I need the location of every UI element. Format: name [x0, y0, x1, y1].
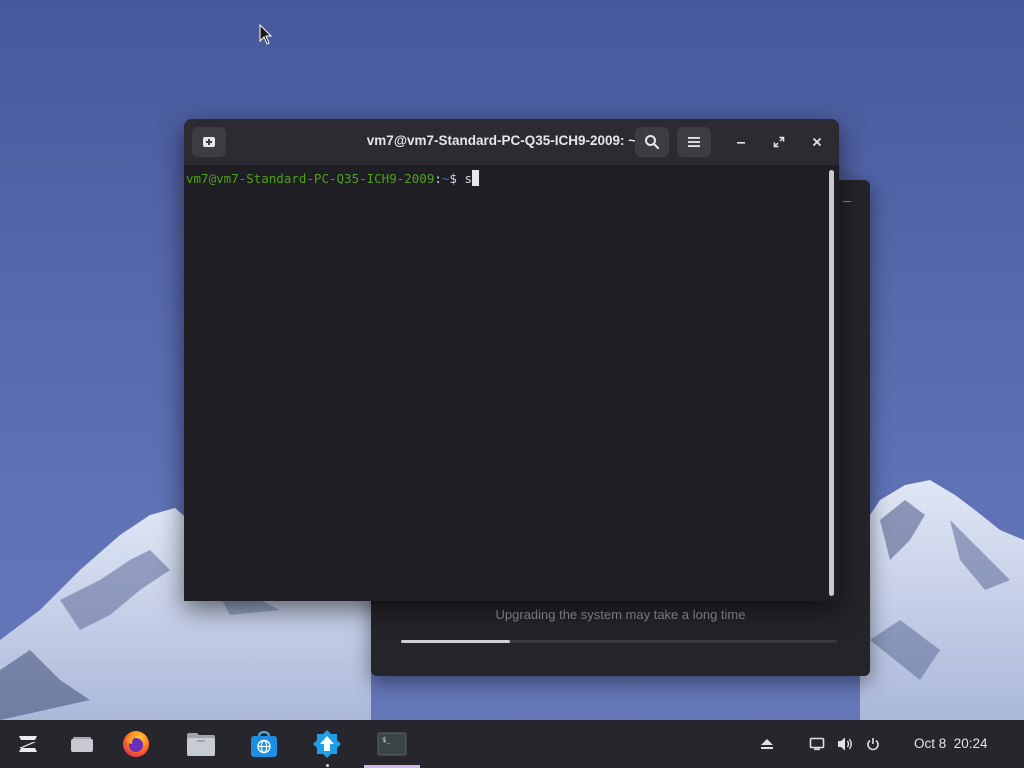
taskbar: $_ Oct 8 20:24: [0, 720, 1024, 768]
terminal-headerbar[interactable]: vm7@vm7-Standard-PC-Q35-ICH9-2009: ~: [184, 119, 839, 165]
firefox-icon: [123, 731, 149, 757]
hamburger-menu-icon: [688, 137, 700, 147]
search-icon: [645, 135, 660, 150]
running-app-dot: [326, 764, 329, 767]
command-input[interactable]: s: [464, 171, 472, 186]
minimize-button[interactable]: [728, 129, 754, 155]
update-status-text: Upgrading the system may take a long tim…: [495, 607, 746, 622]
window-control[interactable]: [843, 201, 851, 202]
software-updater-button[interactable]: [306, 720, 348, 768]
prompt-user-host: vm7@vm7-Standard-PC-Q35-ICH9-2009: [186, 171, 435, 186]
maximize-button[interactable]: [766, 129, 792, 155]
power-button[interactable]: [862, 720, 884, 768]
zorin-menu-button[interactable]: [8, 720, 48, 768]
eject-button[interactable]: [756, 720, 778, 768]
eject-icon: [761, 739, 773, 749]
firefox-button[interactable]: [115, 720, 157, 768]
clock-time: 20:24: [953, 736, 988, 751]
arrow-cursor-icon: [259, 24, 273, 45]
prompt-dollar: $: [449, 171, 465, 186]
workspaces-button[interactable]: [62, 720, 102, 768]
power-icon: [867, 738, 879, 751]
volume-icon: [838, 737, 852, 751]
files-button[interactable]: [180, 720, 222, 768]
display-button[interactable]: [806, 720, 828, 768]
update-progress-fill: [401, 640, 510, 643]
folder-icon: [187, 733, 215, 756]
terminal-scrollbar[interactable]: [829, 170, 834, 596]
terminal-window[interactable]: vm7@vm7-Standard-PC-Q35-ICH9-2009: ~ vm7…: [184, 119, 839, 601]
menu-button[interactable]: [677, 127, 711, 157]
update-arrow-icon: [313, 730, 341, 758]
search-button[interactable]: [635, 127, 669, 157]
new-tab-button[interactable]: [192, 127, 226, 157]
svg-text:$_: $_: [382, 736, 391, 744]
close-button[interactable]: [804, 129, 830, 155]
minimize-icon: [737, 142, 745, 144]
new-tab-icon: [203, 137, 215, 147]
terminal-icon: $_: [377, 732, 407, 756]
maximize-icon: [773, 136, 785, 148]
software-button[interactable]: [243, 720, 285, 768]
text-cursor: [472, 170, 480, 186]
clock-date: Oct 8: [914, 736, 947, 751]
terminal-body[interactable]: vm7@vm7-Standard-PC-Q35-ICH9-2009:~$ s: [184, 165, 839, 601]
volume-button[interactable]: [835, 720, 857, 768]
prompt-separator: :: [434, 171, 442, 186]
display-icon: [809, 737, 825, 751]
zorin-logo-icon: [19, 736, 37, 752]
clock[interactable]: Oct 8 20:24: [914, 720, 988, 768]
prompt-line[interactable]: vm7@vm7-Standard-PC-Q35-ICH9-2009:~$ s: [186, 169, 480, 189]
terminal-taskbar-button[interactable]: $_: [370, 720, 414, 768]
workspaces-icon: [71, 737, 93, 752]
software-store-icon: [251, 730, 277, 757]
update-progress-bar: [401, 640, 837, 643]
close-icon: [812, 137, 822, 147]
